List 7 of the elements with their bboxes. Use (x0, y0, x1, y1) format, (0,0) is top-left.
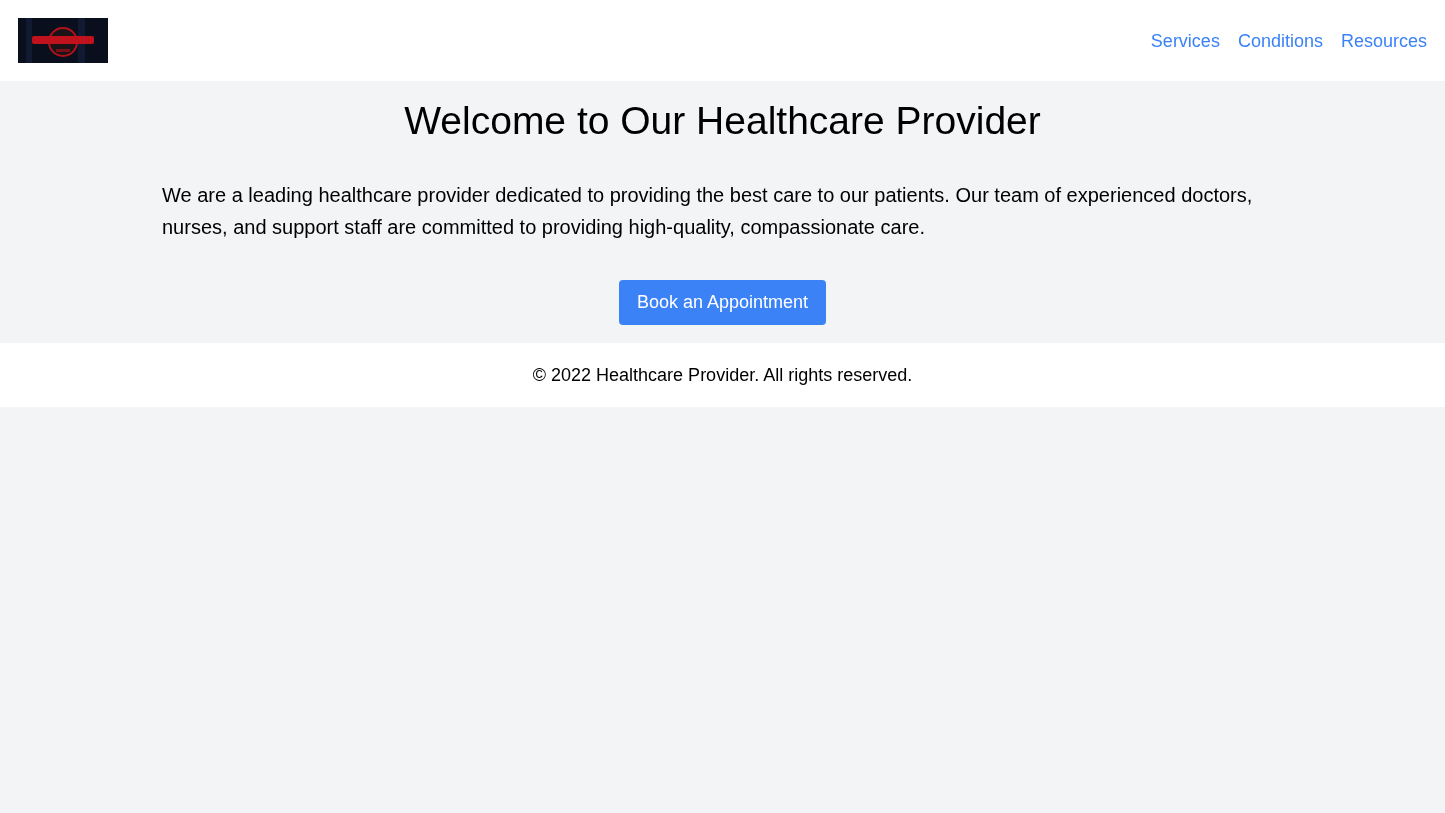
book-appointment-button[interactable]: Book an Appointment (618, 280, 827, 325)
nav-link[interactable]: Conditions (1237, 26, 1323, 55)
nav-link[interactable]: Resources (1340, 26, 1427, 55)
intro-paragraph: We are a leading healthcare provider dedicated to providing the best care to our patients. Our team of experienced doctors, nurses, and support staff are committed to providing high-quality, compassionate care. (162, 183, 1254, 240)
page-title: Welcome to Our Healthcare Provider (403, 98, 1042, 144)
copyright-text: © 2022 Healthcare Provider. All rights reserved. (532, 365, 913, 385)
nav-link[interactable]: Services (1150, 26, 1220, 55)
